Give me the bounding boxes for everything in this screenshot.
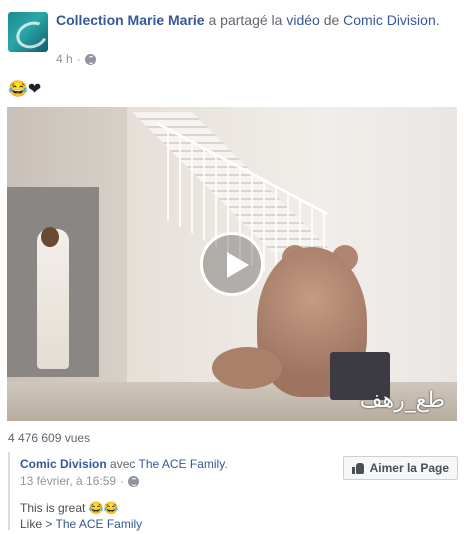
source-page-link[interactable]: Comic Division (343, 12, 436, 28)
avatar-logo (12, 17, 48, 52)
shared-post-like-line: Like > The ACE Family (20, 517, 142, 531)
post-status-text: 😂❤ (8, 81, 42, 98)
video-watermark: طع_رهف (359, 388, 445, 413)
video-frame-person (37, 229, 69, 369)
post-meta: 4 h · (56, 52, 96, 66)
globe-icon[interactable] (84, 53, 96, 65)
video-player[interactable]: طع_رهف (7, 107, 457, 421)
shared-post-header: Comic Division avec The ACE Family. (20, 457, 228, 471)
page-avatar[interactable] (8, 12, 48, 52)
like-page-button[interactable]: Aimer la Page (342, 456, 458, 480)
shared-page-link[interactable]: Comic Division (20, 457, 107, 471)
like-prefix: Like > (20, 517, 53, 531)
meta-separator: · (76, 52, 81, 66)
post-time[interactable]: 4 h (56, 52, 73, 66)
view-count: 4 476 609 vues (8, 431, 91, 445)
thumbs-up-icon (351, 462, 364, 474)
post-header: Collection Marie Marie a partagé la vidé… (8, 8, 456, 68)
post-headline: Collection Marie Marie a partagé la vidé… (56, 11, 456, 29)
like-page-label: Aimer la Page (369, 461, 449, 475)
shared-post-text: This is great 😂😂 (20, 501, 119, 515)
like-target-link[interactable]: The ACE Family (55, 517, 142, 531)
shared-post-date[interactable]: 13 février, à 16:59 (20, 474, 116, 488)
shared-post: Comic Division avec The ACE Family. 13 f… (8, 452, 458, 531)
globe-icon[interactable] (128, 475, 140, 487)
shared-post-meta: 13 février, à 16:59 · (20, 474, 140, 488)
shared-meta-separator: · (120, 474, 125, 488)
tagged-page-link[interactable]: The ACE Family (139, 457, 225, 471)
video-link[interactable]: vidéo (286, 12, 319, 28)
video-frame-person-head (41, 227, 59, 247)
video-frame-bear-leg (212, 347, 282, 389)
author-link[interactable]: Collection Marie Marie (56, 12, 205, 28)
headline-period: . (435, 12, 440, 28)
play-icon[interactable] (200, 232, 264, 296)
with-label: avec (110, 457, 136, 471)
de-label: de (323, 12, 340, 28)
shared-period: . (224, 457, 228, 471)
shared-label: a partagé la (208, 12, 283, 28)
